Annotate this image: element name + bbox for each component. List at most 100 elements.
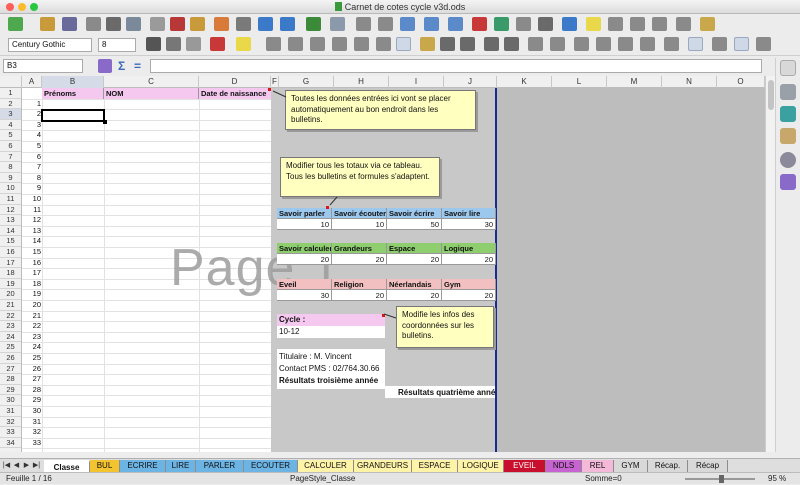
- student-number-cell[interactable]: 24: [22, 342, 41, 353]
- formula-input[interactable]: [150, 59, 762, 73]
- sheet-tab-calculer[interactable]: CALCULER: [298, 460, 354, 472]
- student-number-cell[interactable]: 10: [22, 194, 41, 205]
- titulaire-text[interactable]: Titulaire : M. Vincent: [279, 351, 351, 363]
- copy-icon[interactable]: [170, 17, 185, 31]
- comment-icon[interactable]: [586, 17, 601, 31]
- underline-icon[interactable]: [186, 37, 201, 51]
- student-number-cell[interactable]: 12: [22, 215, 41, 226]
- spellcheck-icon[interactable]: [306, 17, 321, 31]
- styles-icon[interactable]: [712, 37, 727, 51]
- row-header[interactable]: 14: [0, 226, 21, 237]
- functions-icon[interactable]: [780, 174, 796, 190]
- freeze-rows-icon[interactable]: [652, 17, 667, 31]
- zoom-level[interactable]: 95 %: [768, 473, 786, 485]
- student-number-cell[interactable]: 21: [22, 311, 41, 322]
- student-number-cell[interactable]: 17: [22, 268, 41, 279]
- align-left-icon[interactable]: [266, 37, 281, 51]
- student-number-cell[interactable]: 13: [22, 226, 41, 237]
- number-format-icon[interactable]: [460, 37, 475, 51]
- table3-value-0[interactable]: 30: [277, 290, 332, 301]
- sheet-tab-lire[interactable]: LIRE: [166, 460, 196, 472]
- clear-format-icon[interactable]: [236, 17, 251, 31]
- row-header[interactable]: 4: [0, 120, 21, 131]
- sheet-tab-eveil[interactable]: EVEIL: [504, 460, 546, 472]
- sheet-tab-rcap[interactable]: Récap: [688, 460, 728, 472]
- student-number-cell[interactable]: 8: [22, 173, 41, 184]
- find-replace-icon[interactable]: [330, 17, 345, 31]
- row-header[interactable]: 15: [0, 236, 21, 247]
- row-header[interactable]: 27: [0, 364, 21, 375]
- student-number-cell[interactable]: 28: [22, 385, 41, 396]
- column-header[interactable]: C: [104, 76, 199, 88]
- row-header[interactable]: 8: [0, 162, 21, 173]
- highlight-color-icon[interactable]: [236, 37, 251, 51]
- sheet-tab-rel[interactable]: REL: [582, 460, 614, 472]
- row-header[interactable]: 20: [0, 289, 21, 300]
- student-number-cell[interactable]: 31: [22, 417, 41, 428]
- first-sheet-icon[interactable]: |◀: [2, 460, 11, 472]
- zoom-slider-thumb[interactable]: [719, 475, 724, 483]
- row-header[interactable]: 19: [0, 279, 21, 290]
- column-header[interactable]: H: [334, 76, 389, 88]
- minimize-window-button[interactable]: [18, 3, 26, 11]
- row-header[interactable]: 33: [0, 427, 21, 438]
- sheet-tab-logique[interactable]: LOGIQUE: [458, 460, 504, 472]
- undo-icon[interactable]: [258, 17, 273, 31]
- student-number-cell[interactable]: 11: [22, 205, 41, 216]
- student-number-cell[interactable]: 26: [22, 364, 41, 375]
- column-header[interactable]: J: [444, 76, 497, 88]
- column-header[interactable]: N: [662, 76, 717, 88]
- student-number-cell[interactable]: 14: [22, 236, 41, 247]
- row-header[interactable]: 24: [0, 332, 21, 343]
- delete-decimal-icon[interactable]: [504, 37, 519, 51]
- border-style-icon[interactable]: [596, 37, 611, 51]
- table2-value-0[interactable]: 20: [277, 254, 332, 265]
- sheet-tab-ndls[interactable]: NDLS: [546, 460, 582, 472]
- row-header[interactable]: 23: [0, 321, 21, 332]
- row-header[interactable]: 31: [0, 406, 21, 417]
- selected-cell-b3[interactable]: [41, 109, 105, 122]
- row-header[interactable]: 6: [0, 141, 21, 152]
- table1-value-3[interactable]: 30: [442, 219, 496, 230]
- cut-icon[interactable]: [150, 17, 165, 31]
- paste-icon[interactable]: [190, 17, 205, 31]
- split-window-icon[interactable]: [676, 17, 691, 31]
- student-number-cell[interactable]: 18: [22, 279, 41, 290]
- sheet-tab-parler[interactable]: PARLER: [196, 460, 244, 472]
- align-center-icon[interactable]: [288, 37, 303, 51]
- save-icon[interactable]: [62, 17, 77, 31]
- sheet-tab-gym[interactable]: GYM: [614, 460, 648, 472]
- table2-value-3[interactable]: 20: [442, 254, 496, 265]
- column-header[interactable]: K: [497, 76, 552, 88]
- student-number-cell[interactable]: 25: [22, 353, 41, 364]
- fill-handle[interactable]: [103, 120, 107, 124]
- student-number-cell[interactable]: 6: [22, 152, 41, 163]
- pivot-table-icon[interactable]: [516, 17, 531, 31]
- column-header[interactable]: I: [389, 76, 444, 88]
- vertical-scrollbar[interactable]: [765, 76, 775, 452]
- student-number-cell[interactable]: 32: [22, 427, 41, 438]
- student-number-cell[interactable]: 29: [22, 395, 41, 406]
- student-number-cell[interactable]: 30: [22, 406, 41, 417]
- last-sheet-icon[interactable]: ▶|: [32, 460, 41, 472]
- student-number-cell[interactable]: 9: [22, 183, 41, 194]
- bold-icon[interactable]: [146, 37, 161, 51]
- page-style[interactable]: PageStyle_Classe: [290, 473, 355, 485]
- row-header[interactable]: 26: [0, 353, 21, 364]
- vertical-scroll-thumb[interactable]: [768, 80, 774, 110]
- student-number-cell[interactable]: 7: [22, 162, 41, 173]
- select-all-corner[interactable]: [0, 76, 22, 88]
- column-header[interactable]: B: [42, 76, 104, 88]
- conditional-format-icon[interactable]: [688, 37, 703, 51]
- row-icon[interactable]: [356, 17, 371, 31]
- sidebar-menu-icon[interactable]: [780, 60, 796, 76]
- column-icon[interactable]: [378, 17, 393, 31]
- table1-value-0[interactable]: 10: [277, 219, 332, 230]
- sort-descending-icon[interactable]: [424, 17, 439, 31]
- student-number-cell[interactable]: 2: [22, 109, 41, 120]
- student-number-cell[interactable]: 23: [22, 332, 41, 343]
- sheet-tab-bul[interactable]: BUL: [90, 460, 120, 472]
- student-number-cell[interactable]: 33: [22, 438, 41, 449]
- student-number-cell[interactable]: 27: [22, 374, 41, 385]
- insert-image-icon[interactable]: [472, 17, 487, 31]
